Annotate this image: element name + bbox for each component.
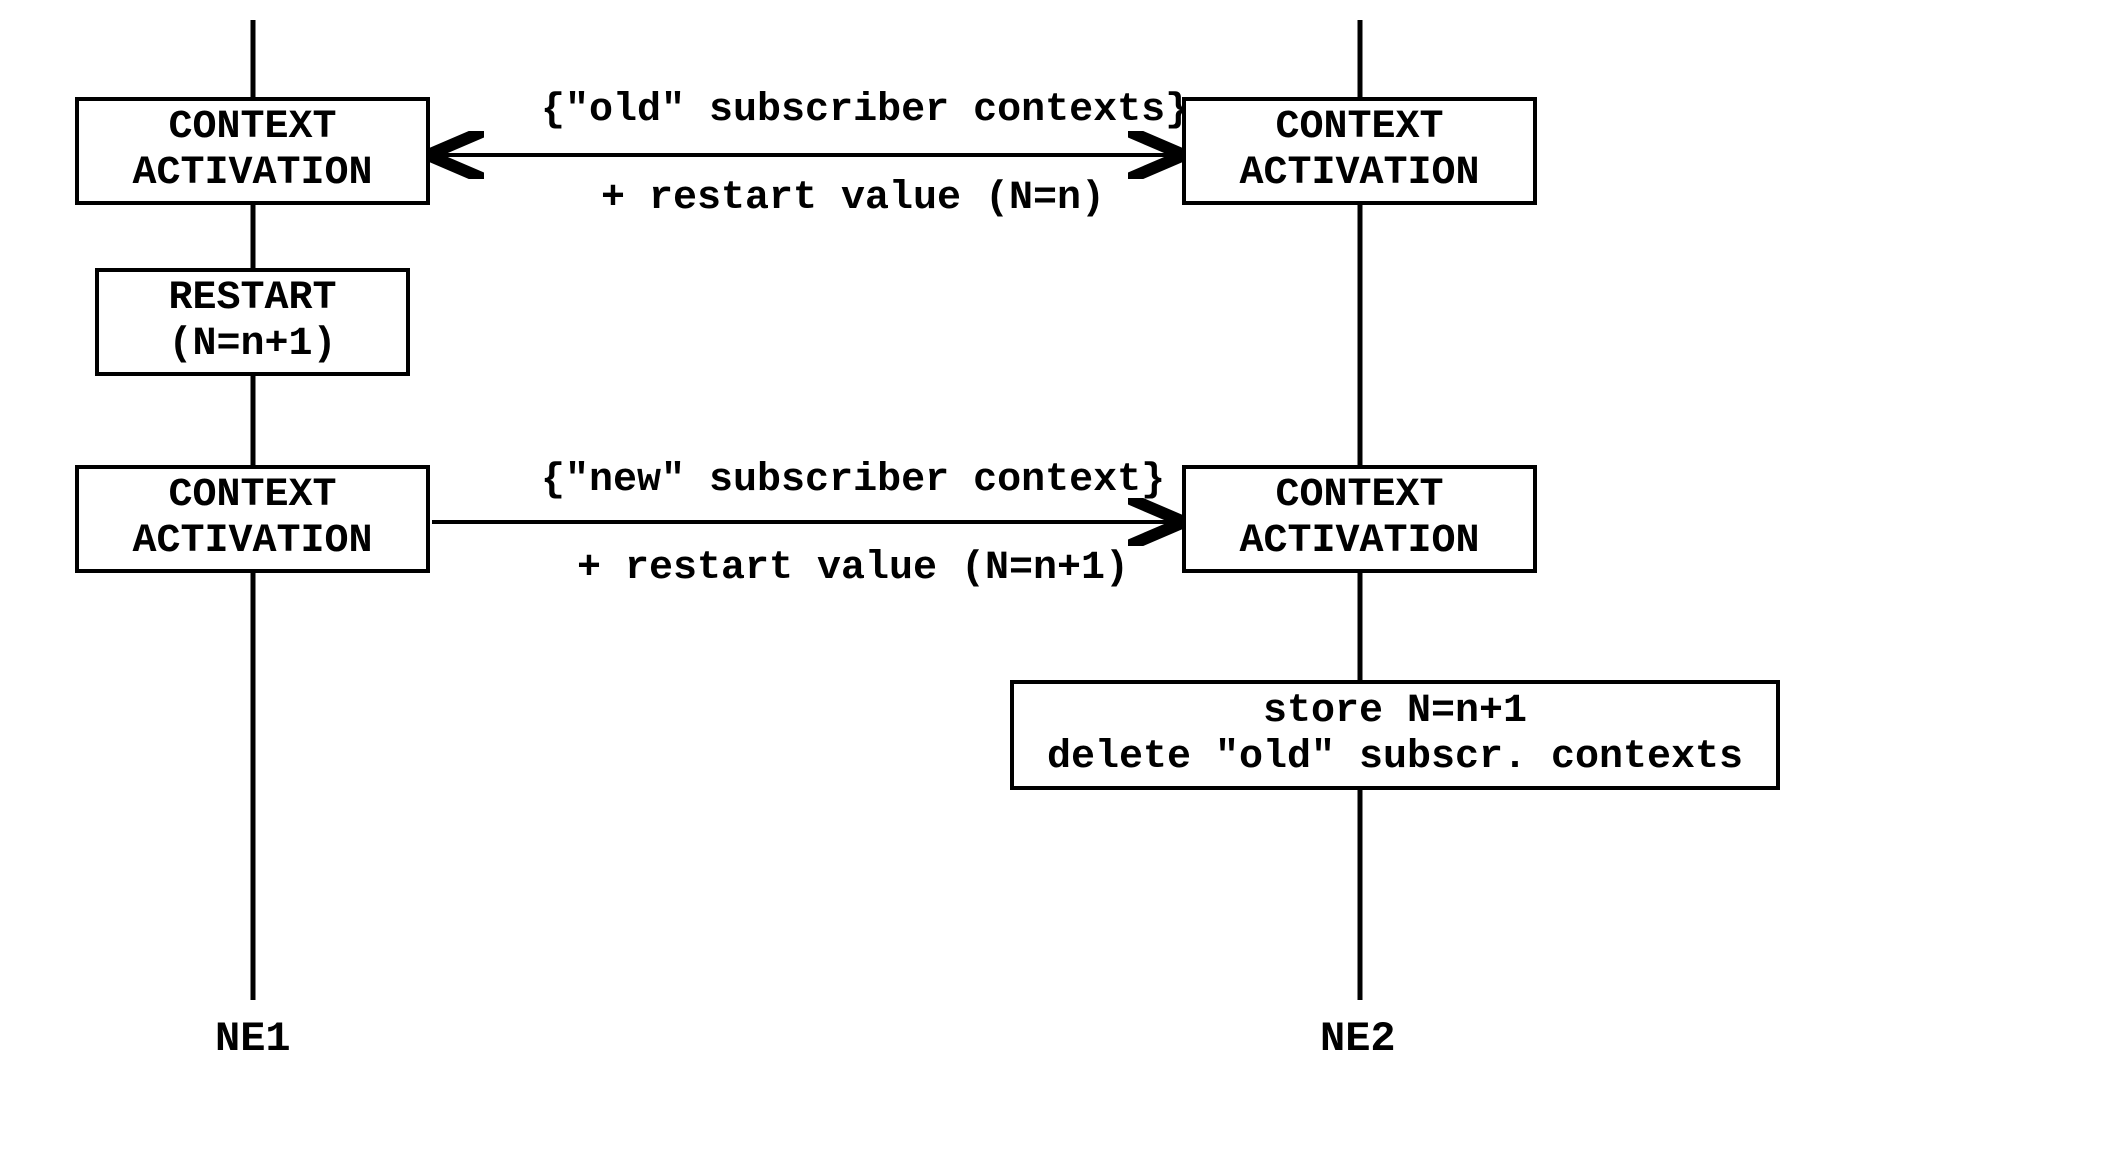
box-line: ACTIVATION <box>132 151 372 197</box>
box-line: store N=n+1 <box>1263 689 1527 735</box>
box-line: CONTEXT <box>1275 473 1443 519</box>
box-ne2-context-activation-1: CONTEXT ACTIVATION <box>1182 97 1537 205</box>
box-ne1-context-activation-2: CONTEXT ACTIVATION <box>75 465 430 573</box>
box-line: CONTEXT <box>168 105 336 151</box>
box-store-delete: store N=n+1 delete "old" subscr. context… <box>1010 680 1780 790</box>
box-line: delete "old" subscr. contexts <box>1047 735 1743 781</box>
msg-line: + restart value (N=n) <box>601 176 1105 221</box>
box-line: RESTART <box>168 276 336 322</box>
msg-line: {"new" subscriber context} <box>541 458 1165 503</box>
box-line: ACTIVATION <box>1239 151 1479 197</box>
box-line: CONTEXT <box>1275 105 1443 151</box>
msg-line: + restart value (N=n+1) <box>577 546 1129 591</box>
box-line: ACTIVATION <box>132 519 372 565</box>
message-label-1: {"old" subscriber contexts} + restart va… <box>445 45 1165 265</box>
box-line: CONTEXT <box>168 473 336 519</box>
box-restart: RESTART (N=n+1) <box>95 268 410 376</box>
box-line: ACTIVATION <box>1239 519 1479 565</box>
message-label-2: {"new" subscriber context} + restart val… <box>445 415 1165 635</box>
box-line: (N=n+1) <box>168 322 336 368</box>
lifeline-label-ne2: NE2 <box>1320 1015 1396 1063</box>
sequence-diagram: CONTEXT ACTIVATION CONTEXT ACTIVATION RE… <box>0 0 2108 1157</box>
msg-line: {"old" subscriber contexts} <box>541 88 1189 133</box>
box-ne1-context-activation-1: CONTEXT ACTIVATION <box>75 97 430 205</box>
lifeline-label-ne1: NE1 <box>215 1015 291 1063</box>
box-ne2-context-activation-2: CONTEXT ACTIVATION <box>1182 465 1537 573</box>
